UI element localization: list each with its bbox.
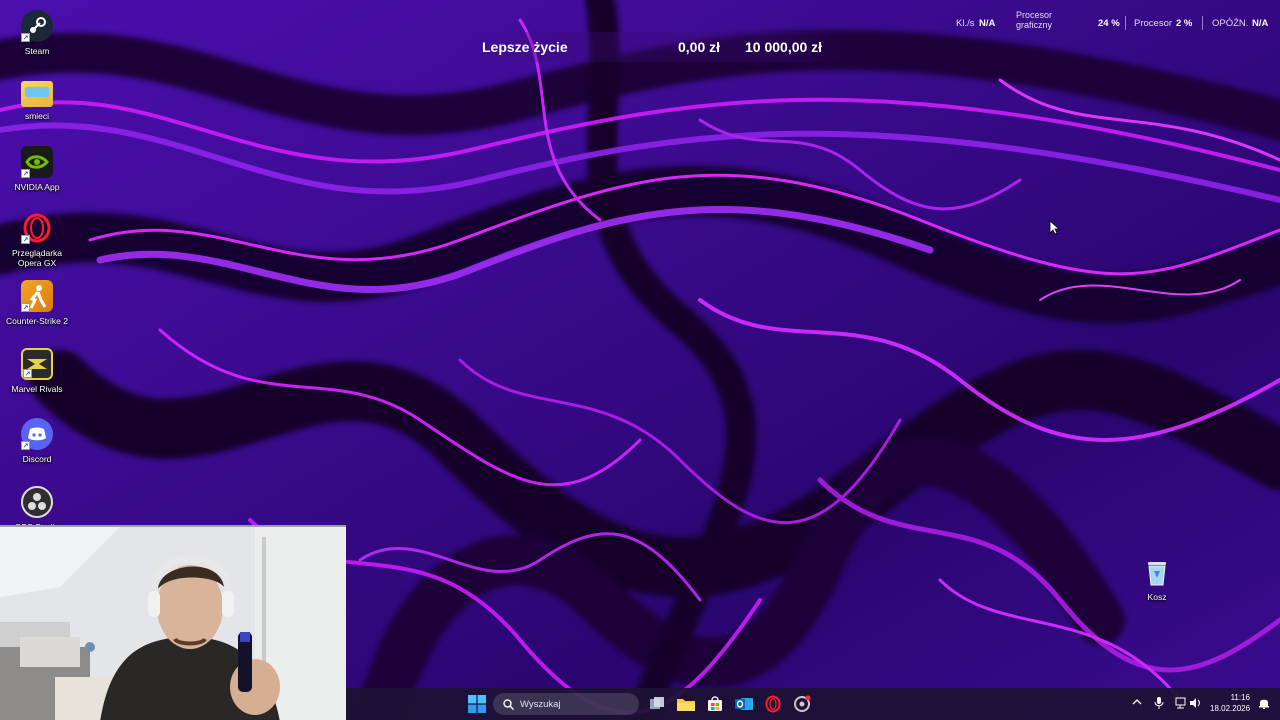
performance-overlay: Kl./s N/A Procesor graficzny 24 % Proceso…: [940, 8, 1280, 40]
cpu-value: 2 %: [1176, 18, 1193, 29]
stats-divider: [1125, 16, 1126, 30]
desktop-icon-recycle-bin[interactable]: Kosz: [1122, 556, 1192, 602]
desktop-icon-steam[interactable]: ↗ Steam: [2, 10, 72, 56]
stats-divider: [1202, 16, 1203, 30]
opera-gx-icon: ↗: [21, 212, 53, 244]
gpu-label: Procesor graficzny: [1015, 10, 1052, 30]
desktop-icon-label: Przeglądarka Opera GX: [11, 248, 63, 268]
latency-label: OPÓŹN.: [1212, 18, 1249, 29]
file-explorer-icon: [677, 699, 695, 711]
donation-goal-widget: Lepsze życie 0,00 zł 10 000,00 zł: [468, 32, 856, 62]
desktop-icon-discord[interactable]: ↗ Discord: [2, 418, 72, 464]
app-taskbar-button[interactable]: [790, 692, 814, 716]
task-view-button[interactable]: [645, 692, 669, 716]
tray-overflow-chevron-icon[interactable]: [1132, 697, 1142, 710]
windows-start-icon: [468, 695, 486, 713]
taskbar-clock[interactable]: 11:16 18.02.2026: [1210, 692, 1250, 714]
gpu-value: 24 %: [1098, 18, 1120, 29]
taskbar-search[interactable]: Wyszukaj: [493, 693, 639, 715]
folder-icon: [21, 81, 53, 107]
store-button[interactable]: [703, 692, 727, 716]
latency-value: N/A: [1252, 18, 1269, 29]
marvel-rivals-icon: ↗: [21, 348, 53, 380]
goal-current-amount: 0,00 zł: [678, 39, 721, 55]
desktop-icon-label: Discord: [22, 454, 52, 464]
clock-time: 11:16: [1230, 693, 1250, 702]
search-icon: [503, 698, 514, 710]
search-placeholder: Wyszukaj: [520, 698, 561, 710]
taskbar: Wyszukaj 11:16 18.02.2026: [346, 688, 1280, 720]
cpu-label: Procesor: [1134, 18, 1173, 29]
start-button[interactable]: [465, 692, 489, 716]
fps-value: N/A: [979, 18, 996, 29]
desktop-icon-counter-strike-2[interactable]: ↗ Counter-Strike 2: [2, 280, 72, 326]
nvidia-icon: ↗: [21, 146, 53, 178]
volume-icon[interactable]: [1189, 697, 1201, 712]
desktop-icon-marvel-rivals[interactable]: ↗ Marvel Rivals: [2, 348, 72, 394]
fps-label: Kl./s: [956, 18, 975, 29]
desktop-icon-label: Counter-Strike 2: [6, 316, 68, 326]
network-icon[interactable]: [1175, 697, 1187, 712]
desktop-icon-label: Marvel Rivals: [11, 384, 63, 394]
clock-date: 18.02.2026: [1210, 704, 1251, 713]
recycle-bin-icon: [1141, 556, 1173, 588]
opera-gx-icon: [765, 695, 781, 713]
obs-icon: [21, 486, 53, 518]
store-icon: [708, 696, 722, 711]
browser-icon: [794, 695, 811, 712]
discord-icon: ↗: [21, 418, 53, 450]
file-explorer-button[interactable]: [674, 692, 698, 716]
task-view-icon: [650, 697, 664, 709]
outlook-button[interactable]: [732, 692, 756, 716]
desktop-icon-label: Steam: [24, 46, 50, 56]
steam-icon: ↗: [21, 10, 53, 42]
counter-strike-icon: ↗: [21, 280, 53, 312]
desktop-icon-nvidia-app[interactable]: ↗ NVIDIA App: [2, 146, 72, 192]
mouse-cursor: [1049, 220, 1059, 235]
desktop-icon-label: Kosz: [1147, 592, 1167, 602]
goal-title: Lepsze życie: [482, 39, 568, 55]
desktop-icon-label: smieci: [24, 111, 50, 121]
outlook-icon: [735, 698, 753, 710]
goal-target-amount: 10 000,00 zł: [745, 39, 823, 55]
webcam-feed: [0, 525, 346, 720]
opera-gx-taskbar-button[interactable]: [761, 692, 785, 716]
desktop-icon-label: NVIDIA App: [14, 182, 60, 192]
notification-icon[interactable]: [1258, 697, 1270, 712]
desktop-icon-smieci[interactable]: smieci: [2, 78, 72, 121]
desktop-icon-opera-gx[interactable]: ↗ Przeglądarka Opera GX: [2, 212, 72, 268]
microphone-icon[interactable]: [1154, 697, 1164, 712]
